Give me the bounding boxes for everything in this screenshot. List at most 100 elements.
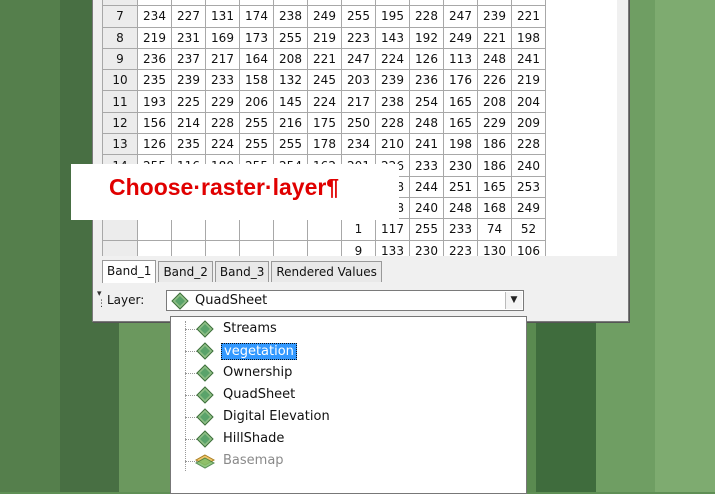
grid-cell: 126 xyxy=(137,133,172,156)
background-tile xyxy=(536,382,597,438)
tab-rendered-values[interactable]: Rendered Values xyxy=(271,261,382,282)
grid-cell: 204 xyxy=(511,90,546,113)
grid-cell: 192 xyxy=(409,26,444,49)
grid-cell: 255 xyxy=(273,26,308,49)
grid-cell: 210 xyxy=(375,133,410,156)
grid-cell: 52 xyxy=(511,218,546,241)
grid-row: 1 117 255 233 74 52 xyxy=(102,218,546,241)
grid-row: 12 156 214 228 255 216 175 250 228 248 165 229 209 xyxy=(102,111,546,135)
grid-cell: 217 xyxy=(341,90,376,113)
background-tile xyxy=(59,437,120,493)
grid-cell: 255 xyxy=(409,218,444,241)
grid-cell: 228 xyxy=(511,133,546,156)
grid-cell xyxy=(307,239,342,256)
row-index: 7 xyxy=(102,5,138,28)
grid-cell: 130 xyxy=(477,239,512,256)
grid-cell: 117 xyxy=(375,218,410,241)
grid-cell: 230 xyxy=(443,154,478,177)
background-tile xyxy=(595,382,656,438)
raster-layer-icon xyxy=(171,292,189,314)
row-index: 9 xyxy=(102,47,138,71)
background-tile xyxy=(0,437,60,493)
grid-cell: 143 xyxy=(375,26,410,49)
tab-band-1[interactable]: Band_1 xyxy=(102,260,157,283)
grid-cell xyxy=(239,218,274,241)
tab-band-2[interactable]: Band_2 xyxy=(158,261,213,282)
background-tile xyxy=(0,218,60,274)
grid-cell: 156 xyxy=(137,111,172,135)
background-tile xyxy=(0,0,60,55)
grid-cell xyxy=(137,218,172,241)
grid-cell xyxy=(239,239,274,256)
grid-cell: 255 xyxy=(239,111,274,135)
background-tile xyxy=(655,164,715,219)
layer-option-hillshade[interactable]: HillShade xyxy=(185,429,515,449)
layer-combobox[interactable]: QuadSheet ▼ xyxy=(166,290,524,311)
background-tile xyxy=(655,273,715,329)
grid-cell: 178 xyxy=(307,133,342,156)
background-tile xyxy=(655,109,715,165)
background-tile xyxy=(59,328,120,383)
grid-cell: 240 xyxy=(409,196,444,220)
grid-cell: 249 xyxy=(443,26,478,49)
instruction-callout: Choose·raster·layer¶ xyxy=(71,164,399,220)
background-tile xyxy=(0,328,60,383)
layer-option-basemap[interactable]: Basemap xyxy=(185,451,515,471)
layer-option-streams[interactable]: Streams xyxy=(185,319,515,339)
grid-cell: 238 xyxy=(375,90,410,113)
grid-cell: 249 xyxy=(511,196,546,220)
grid-cell: 1 xyxy=(341,218,376,241)
grid-cell: 247 xyxy=(443,5,478,28)
layer-option-label: vegetation xyxy=(221,343,297,360)
grid-cell: 145 xyxy=(273,90,308,113)
background-tile xyxy=(655,328,715,383)
grid-cell: 255 xyxy=(239,133,274,156)
grid-cell: 255 xyxy=(341,5,376,28)
background-tile xyxy=(655,382,715,438)
row-index: 13 xyxy=(102,133,138,156)
chevron-down-icon[interactable]: ▼ xyxy=(505,292,522,309)
grid-cell: 165 xyxy=(443,90,478,113)
raster-layer-icon xyxy=(195,342,215,364)
grid-cell xyxy=(137,239,172,256)
grid-cell: 254 xyxy=(409,90,444,113)
tab-band-3[interactable]: Band_3 xyxy=(214,261,270,282)
raster-layer-icon xyxy=(195,386,215,408)
layer-option-label: Ownership xyxy=(223,365,293,380)
layer-option-ownership[interactable]: Ownership xyxy=(185,363,515,383)
grid-cell: 219 xyxy=(137,26,172,49)
grid-cell: 221 xyxy=(511,5,546,28)
background-tile xyxy=(0,54,60,110)
grid-cell: 240 xyxy=(511,154,546,177)
grid-cell: 235 xyxy=(171,133,206,156)
grid-cell: 233 xyxy=(409,154,444,177)
grid-cell: 233 xyxy=(205,69,240,92)
grid-cell: 233 xyxy=(443,218,478,241)
grid-row: 8 219 231 169 173 255 219 223 143 192 249 221 198 xyxy=(102,26,546,49)
grid-cell: 186 xyxy=(477,154,512,177)
grid-cell: 244 xyxy=(409,175,444,198)
grid-cell: 234 xyxy=(341,133,376,156)
layer-option-digital-elevation[interactable]: Digital Elevation xyxy=(185,407,515,427)
grid-cell: 198 xyxy=(443,133,478,156)
grid-cell: 132 xyxy=(273,69,308,92)
row-index: 10 xyxy=(102,69,138,92)
background-tile xyxy=(536,328,597,383)
grid-cell: 224 xyxy=(307,90,342,113)
grid-cell: 225 xyxy=(171,90,206,113)
background-tile xyxy=(655,218,715,274)
grid-cell: 186 xyxy=(477,133,512,156)
layer-option-label: Digital Elevation xyxy=(223,409,330,424)
grid-cell: 234 xyxy=(137,5,172,28)
toolbar-grip-icon[interactable]: ▾ ⋮ xyxy=(97,289,106,309)
grid-row: 11 193 225 229 206 145 224 217 238 254 165 208 204 xyxy=(102,90,546,113)
grid-cell: 235 xyxy=(137,69,172,92)
layer-option-quadsheet[interactable]: QuadSheet xyxy=(185,385,515,405)
grid-cell: 230 xyxy=(409,239,444,256)
grid-cell: 208 xyxy=(273,47,308,71)
grid-cell: 255 xyxy=(273,133,308,156)
background-tile xyxy=(655,437,715,493)
grid-cell: 164 xyxy=(239,47,274,71)
raster-layer-icon xyxy=(195,430,215,452)
layer-option-vegetation[interactable]: vegetation xyxy=(185,341,515,361)
